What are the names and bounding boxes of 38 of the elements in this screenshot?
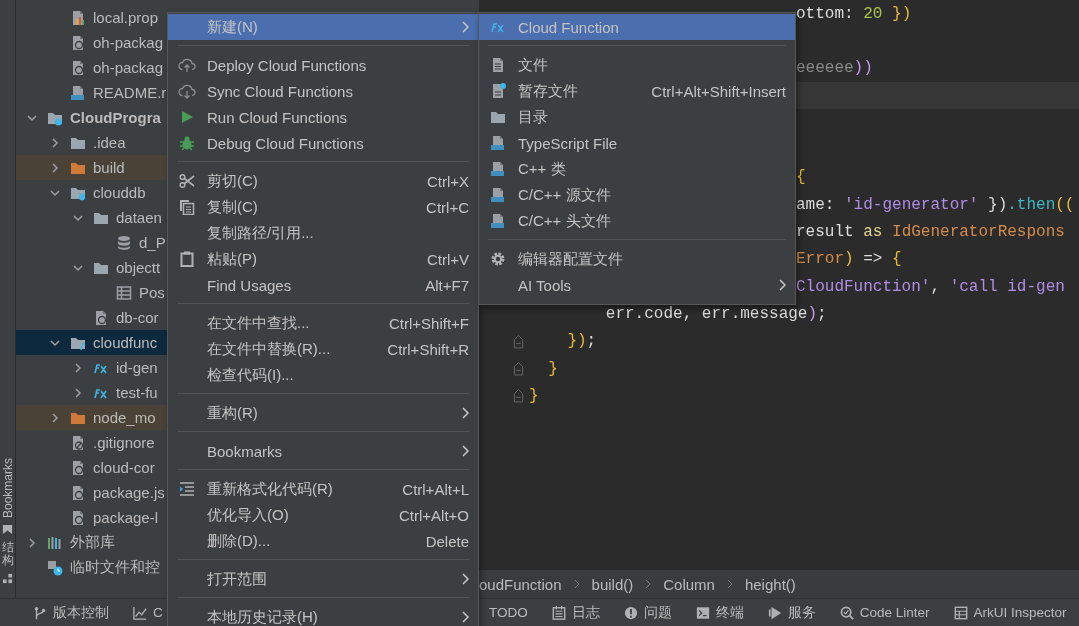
- code-text: Error: [796, 250, 844, 269]
- code-text: IdGeneratorRespons: [891, 223, 1065, 241]
- code-text: }): [891, 4, 912, 23]
- shortcut-label: Ctrl+V: [426, 250, 469, 268]
- code-text: ame:: [796, 195, 836, 214]
- code-text: {: [892, 250, 902, 269]
- shortcut-label: Ctrl+Alt+Shift+Insert: [651, 82, 786, 100]
- code-text: ;: [817, 304, 827, 323]
- code-text: ): [844, 250, 854, 269]
- code-text: }): [566, 332, 587, 351]
- shortcut-label: Ctrl+Alt+L: [402, 480, 469, 498]
- code-text: err.code, err.message: [604, 304, 808, 323]
- code-text: 20: [863, 4, 883, 23]
- shortcut-label: Ctrl+X: [426, 172, 469, 190]
- code-text: =>: [862, 250, 884, 269]
- code-text: {: [796, 168, 806, 187]
- code-text: ): [807, 304, 818, 323]
- code-text: 'call id-gen: [949, 277, 1065, 296]
- code-text: ,: [930, 277, 942, 296]
- code-text: }): [987, 195, 1008, 214]
- shortcut-label: Ctrl+Shift+R: [387, 340, 469, 358]
- code-text: ((: [1055, 195, 1075, 214]
- shortcut-label: Ctrl+C: [426, 198, 469, 216]
- code-text: CloudFunction': [796, 277, 931, 296]
- shortcut-label: Alt+F7: [425, 276, 469, 294]
- code-text: )): [853, 59, 873, 78]
- code-text: ;: [586, 332, 597, 351]
- code-text: eeeeee: [796, 59, 854, 78]
- shortcut-label: Delete: [425, 532, 469, 550]
- code-text: as: [863, 223, 883, 241]
- code-text: ottom:: [796, 4, 855, 23]
- shortcut-label: Ctrl+Shift+F: [388, 314, 469, 332]
- code-text: .then: [1007, 195, 1056, 214]
- shortcut-label: Ctrl+Alt+O: [398, 506, 469, 524]
- code-text: result: [796, 223, 855, 241]
- code-text: }: [547, 359, 558, 378]
- code-text: 'id-generator': [844, 195, 979, 214]
- code-text: }: [529, 386, 539, 405]
